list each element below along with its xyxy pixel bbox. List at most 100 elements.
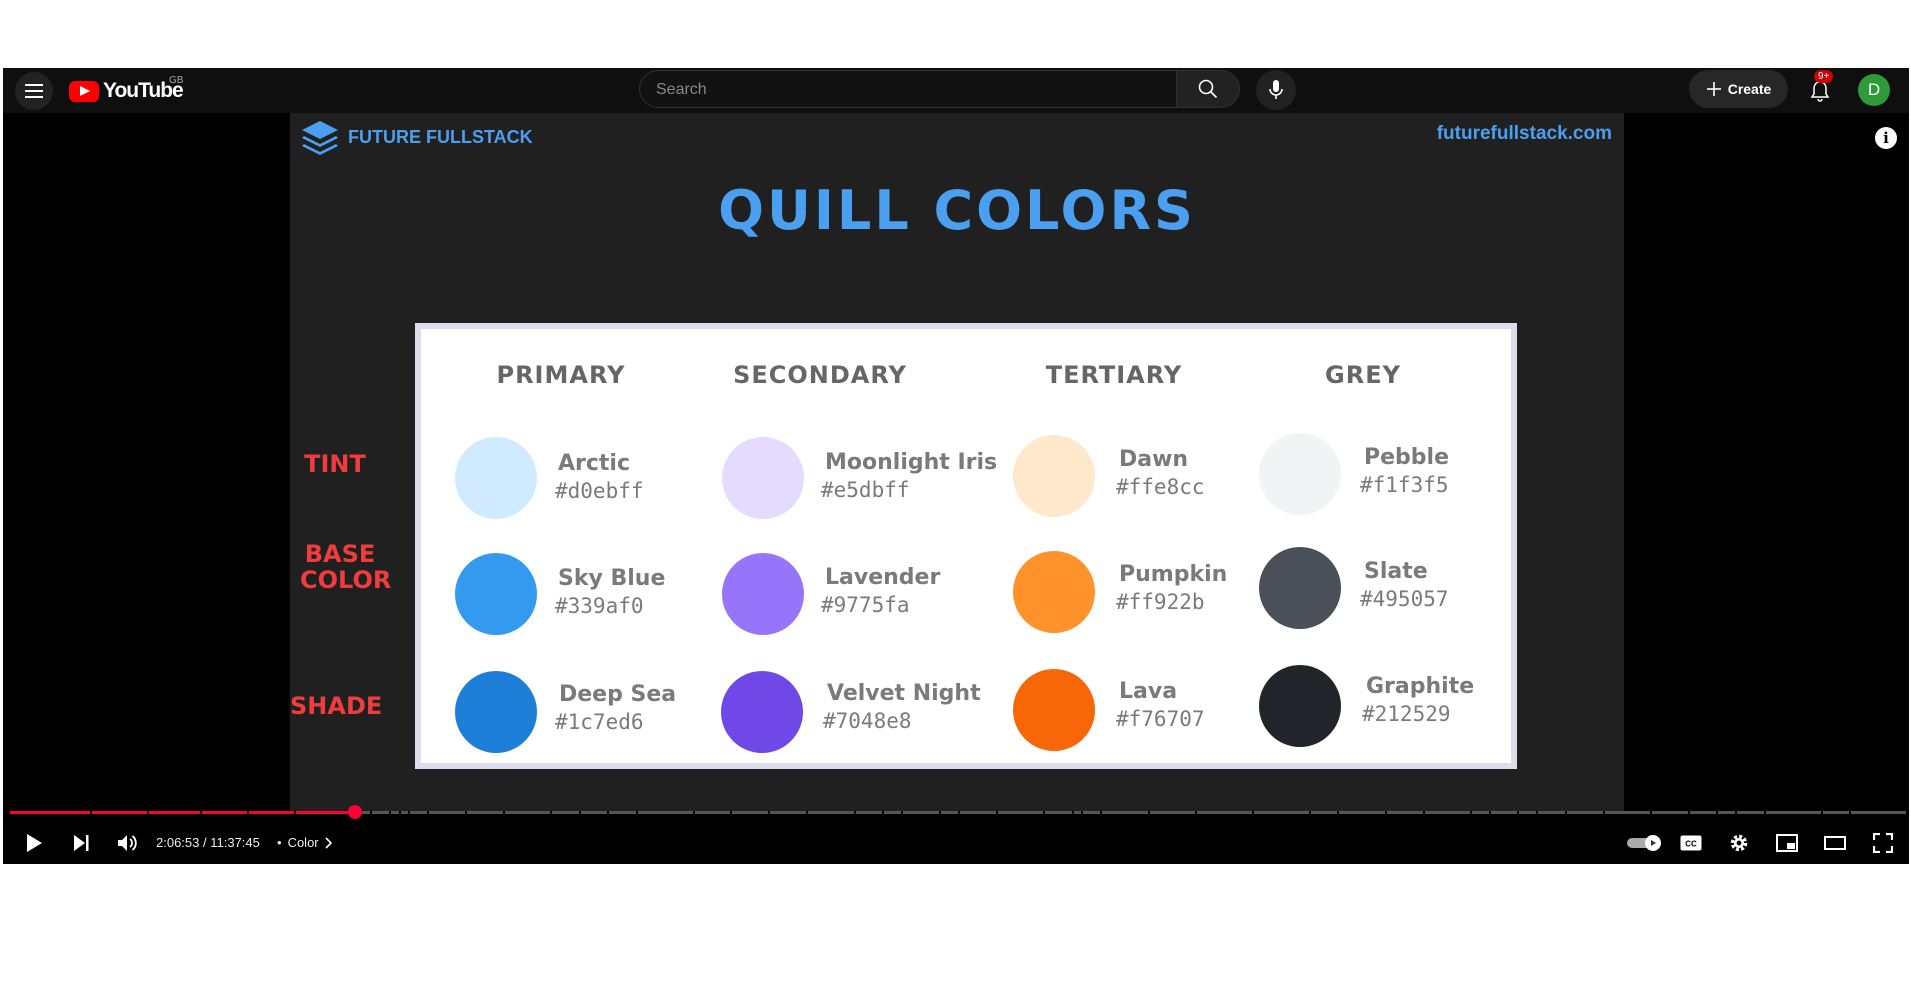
chapter-marker (1517, 811, 1520, 814)
chapter-marker (1337, 811, 1340, 814)
swatch-graphite (1259, 665, 1341, 747)
search-icon (1198, 79, 1218, 99)
theater-mode-icon (1824, 836, 1846, 850)
website-url: futurefullstack.com (1436, 123, 1612, 144)
create-button[interactable]: Create (1689, 70, 1788, 108)
progress-played (10, 811, 355, 814)
chapter-marker (550, 811, 553, 814)
chevron-right-icon (325, 836, 332, 849)
youtube-app: YouTube GB Create 9+ D FUTURE FULLSTACK … (3, 68, 1909, 864)
chapter-marker (1384, 811, 1387, 814)
search-button[interactable] (1176, 70, 1240, 108)
mute-button[interactable] (110, 825, 146, 861)
swatch-dawn (1013, 435, 1095, 517)
miniplayer-icon (1776, 834, 1798, 852)
chapter-marker (1687, 811, 1690, 814)
swatch-name: Lavender (825, 565, 941, 590)
theater-mode-button[interactable] (1817, 825, 1853, 861)
swatch-hex: #495057 (1360, 587, 1449, 611)
avatar[interactable]: D (1858, 74, 1890, 106)
plus-icon (1706, 82, 1721, 96)
chapter-button[interactable]: • Color (277, 835, 333, 850)
video-frame: FUTURE FULLSTACK futurefullstack.com QUI… (290, 113, 1624, 813)
next-button[interactable] (63, 825, 99, 861)
swatch-pumpkin (1013, 551, 1095, 633)
chapter-marker (1043, 811, 1046, 814)
swatch-sky-blue (455, 553, 537, 635)
chapter-marker (1195, 811, 1197, 814)
volume-icon (118, 835, 137, 851)
column-heading-grey: GREY (1325, 361, 1401, 389)
slide-title: QUILL COLORS (718, 179, 1196, 242)
subtitles-button[interactable]: CC (1673, 825, 1709, 861)
swatch-name: Slate (1364, 559, 1428, 584)
color-palette-card: PRIMARY SECONDARY TERTIARY GREY Arctic #… (415, 323, 1517, 769)
chapter-marker (1849, 811, 1852, 814)
swatch-name: Lava (1119, 679, 1178, 704)
settings-button[interactable] (1721, 825, 1757, 861)
fullscreen-icon (1873, 833, 1893, 853)
swatch-hex: #9775fa (821, 593, 910, 617)
notification-count-badge: 9+ (1814, 70, 1834, 83)
fullscreen-button[interactable] (1865, 825, 1901, 861)
chapter-marker (995, 811, 998, 814)
chapter-marker (247, 811, 249, 814)
player-controls: 2:06:53 / 11:37:45 • Color CC (3, 823, 1909, 863)
chapter-marker (1251, 811, 1254, 814)
bell-icon (1810, 81, 1830, 102)
autoplay-toggle[interactable] (1623, 825, 1667, 861)
chapter-marker (1536, 811, 1539, 814)
top-bar: YouTube GB Create 9+ D (3, 68, 1909, 113)
swatch-name: Velvet Night (827, 681, 981, 706)
chapter-marker (1488, 811, 1491, 814)
region-code: GB (169, 75, 184, 86)
youtube-play-logo-icon (69, 80, 99, 102)
swatch-hex: #ffe8cc (1116, 475, 1205, 499)
progress-scrubber[interactable] (347, 805, 362, 819)
swatch-lavender (722, 553, 804, 635)
swatch-name: Pebble (1364, 445, 1450, 470)
row-label-tint: TINT (304, 450, 366, 478)
chapter-marker (901, 811, 904, 814)
brand-name: FUTURE FULLSTACK (348, 126, 533, 147)
swatch-name: Pumpkin (1119, 562, 1228, 587)
swatch-hex: #ff922b (1116, 590, 1205, 614)
progress-bar[interactable] (10, 805, 1906, 819)
chapter-marker (1650, 811, 1653, 814)
play-button[interactable] (16, 825, 52, 861)
chapter-marker (1602, 811, 1605, 814)
swatch-hex: #f76707 (1116, 707, 1205, 731)
swatch-hex: #1c7ed6 (555, 710, 644, 734)
search-input[interactable] (640, 71, 1158, 109)
play-icon (27, 834, 42, 852)
chapter-marker (398, 811, 401, 814)
chapter-marker (768, 811, 771, 814)
chapter-marker (1308, 811, 1311, 814)
info-icon[interactable]: i (1875, 127, 1897, 149)
voice-search-button[interactable] (1256, 70, 1296, 110)
chapter-separator: • (277, 835, 282, 850)
chapter-marker (806, 811, 809, 814)
chapter-marker (692, 811, 695, 814)
chapter-marker (427, 811, 430, 814)
youtube-logo[interactable]: YouTube GB (69, 75, 184, 104)
closed-captions-icon: CC (1680, 835, 1702, 851)
swatch-hex: #212529 (1362, 702, 1451, 726)
video-player[interactable]: FUTURE FULLSTACK futurefullstack.com QUI… (3, 113, 1909, 864)
row-label-base-color: BASE COLOR (300, 540, 392, 594)
chapter-marker (853, 811, 856, 814)
swatch-name: Moonlight Iris (825, 450, 998, 475)
chapter-marker (199, 811, 202, 814)
chapter-marker (1716, 811, 1719, 814)
chapter-marker (578, 811, 581, 814)
row-label-shade: SHADE (290, 692, 383, 720)
chapter-marker (882, 811, 885, 814)
stacked-layers-logo-icon (302, 121, 338, 155)
menu-button[interactable] (15, 72, 53, 110)
chapter-marker (294, 811, 297, 814)
swatch-hex: #f1f3f5 (1360, 473, 1449, 497)
create-label: Create (1727, 81, 1772, 97)
swatch-hex: #7048e8 (823, 709, 912, 733)
miniplayer-button[interactable] (1769, 825, 1805, 861)
swatch-moonlight-iris (722, 437, 804, 519)
